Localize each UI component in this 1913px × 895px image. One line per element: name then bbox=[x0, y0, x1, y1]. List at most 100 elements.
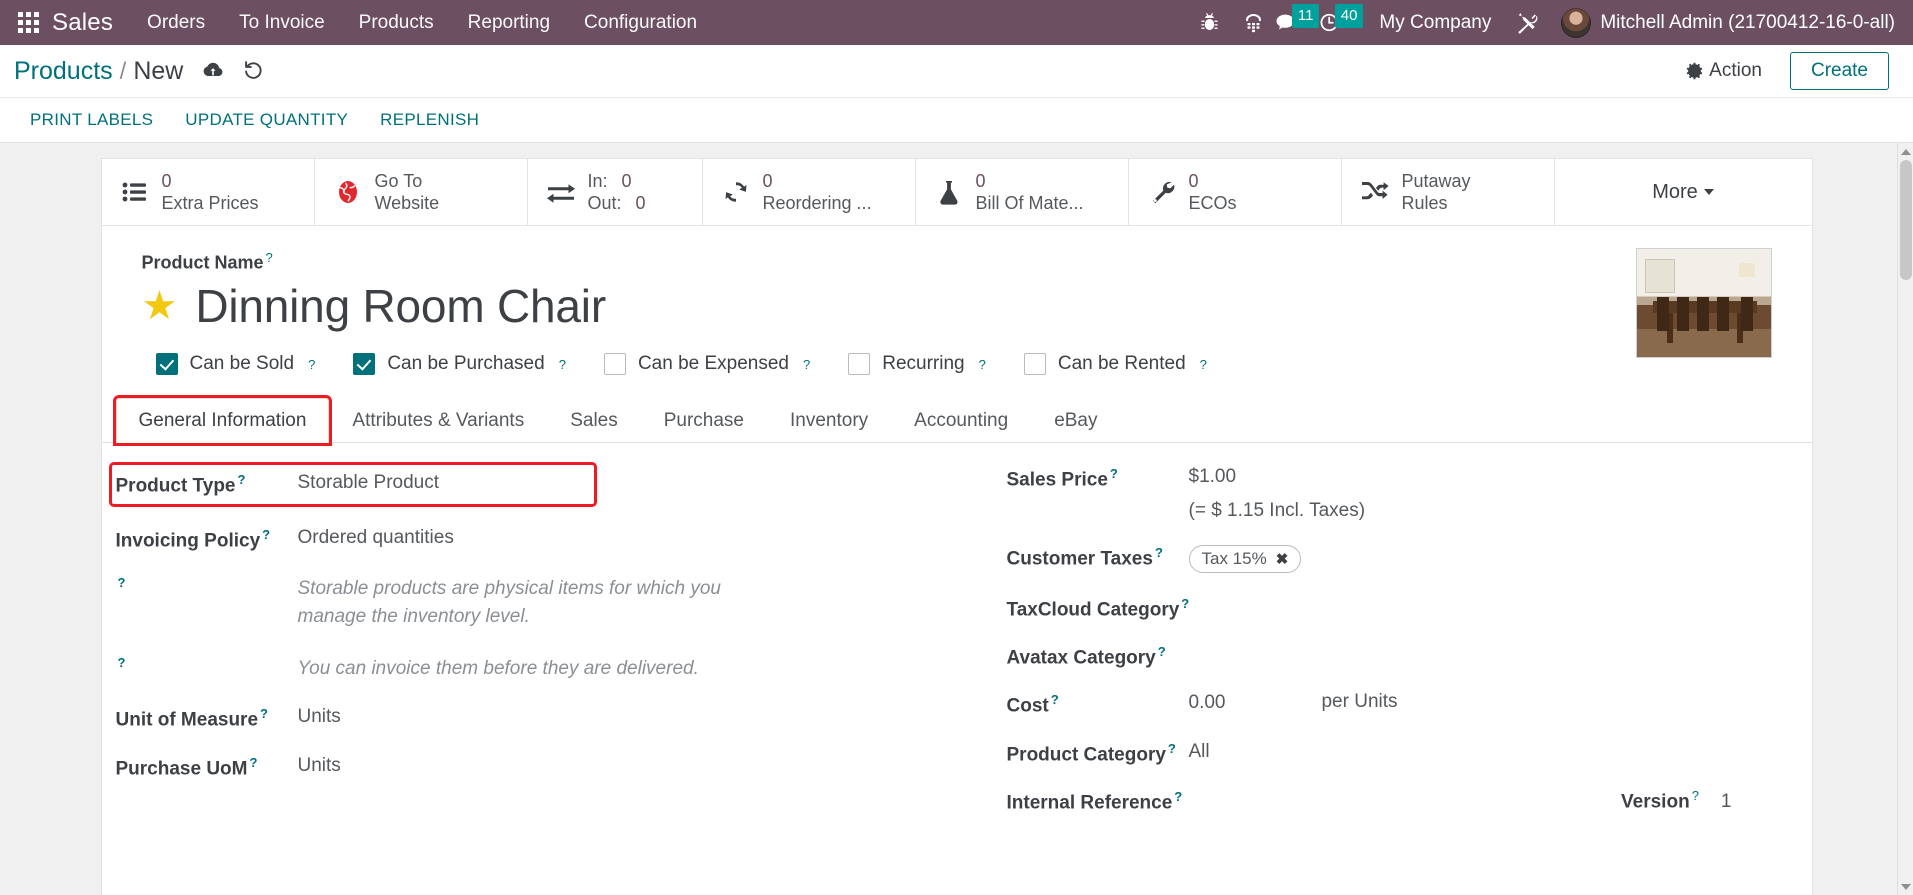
help-icon-can-be-rented[interactable]: ? bbox=[1200, 357, 1207, 372]
remove-tag-icon[interactable]: ✖ bbox=[1276, 550, 1289, 568]
stat-button-go-to-website[interactable]: Go To Website bbox=[315, 159, 528, 225]
field-cost[interactable]: Cost? 0.00 per Units bbox=[1007, 691, 1772, 717]
help-icon-type-hint[interactable]: ? bbox=[118, 575, 126, 590]
scrollbar-thumb[interactable] bbox=[1900, 160, 1912, 280]
help-icon-purchase-uom[interactable]: ? bbox=[249, 755, 257, 770]
unit-of-measure-value[interactable]: Units bbox=[298, 705, 341, 728]
scroll-down-arrow[interactable] bbox=[1898, 878, 1913, 895]
product-name-value[interactable]: Dinning Room Chair bbox=[195, 279, 606, 333]
stat-button-reordering-rules[interactable]: 0 Reordering ... bbox=[703, 159, 916, 225]
help-icon-can-be-expensed[interactable]: ? bbox=[803, 357, 810, 372]
stat-button-bill-of-materials[interactable]: 0 Bill Of Mate... bbox=[916, 159, 1129, 225]
checkbox-can-be-expensed[interactable] bbox=[603, 353, 626, 376]
bug-icon[interactable] bbox=[1187, 0, 1231, 45]
stat-text-inout: In: 0 Out: 0 bbox=[588, 170, 646, 215]
menu-products[interactable]: Products bbox=[359, 12, 434, 34]
field-product-category[interactable]: Product Category? All bbox=[1007, 740, 1772, 766]
control-panel-buttons-row: PRINT LABELS UPDATE QUANTITY REPLENISH bbox=[0, 97, 1913, 142]
sales-price-value[interactable]: $1.00 bbox=[1189, 465, 1237, 488]
navbar-right-group: 11 40 My Company Mitchell Admin (2170041… bbox=[1187, 0, 1899, 45]
help-icon-internal-reference[interactable]: ? bbox=[1174, 789, 1182, 804]
phone-keypad-icon[interactable] bbox=[1231, 0, 1275, 45]
help-icon-product-name[interactable]: ? bbox=[266, 250, 273, 265]
field-product-type[interactable]: Product Type? Storable Product bbox=[108, 462, 597, 507]
menu-reporting[interactable]: Reporting bbox=[468, 12, 550, 34]
menu-configuration[interactable]: Configuration bbox=[584, 12, 697, 34]
print-labels-button[interactable]: PRINT LABELS bbox=[14, 110, 169, 130]
help-icon-product-type[interactable]: ? bbox=[238, 472, 246, 487]
flag-can-be-purchased[interactable]: Can be Purchased? bbox=[353, 353, 566, 376]
messages-button[interactable]: 11 bbox=[1275, 0, 1320, 45]
tab-general-information[interactable]: General Information bbox=[112, 395, 333, 447]
field-invoicing-policy[interactable]: Invoicing Policy? Ordered quantities bbox=[116, 526, 917, 552]
help-icon-sales-price[interactable]: ? bbox=[1110, 466, 1118, 481]
field-taxcloud-category[interactable]: TaxCloud Category? bbox=[1007, 595, 1772, 621]
flag-recurring[interactable]: Recurring? bbox=[848, 353, 986, 376]
replenish-button[interactable]: REPLENISH bbox=[364, 110, 495, 130]
update-quantity-button[interactable]: UPDATE QUANTITY bbox=[169, 110, 364, 130]
purchase-uom-value[interactable]: Units bbox=[298, 754, 341, 777]
invoicing-policy-value[interactable]: Ordered quantities bbox=[298, 526, 454, 549]
breadcrumb-current: New bbox=[133, 56, 184, 85]
star-icon[interactable]: ★ bbox=[142, 286, 178, 326]
stat-button-more[interactable]: More bbox=[1555, 159, 1812, 225]
stat-button-extra-prices[interactable]: 0 Extra Prices bbox=[102, 159, 315, 225]
field-customer-taxes[interactable]: Customer Taxes? Tax 15% ✖ bbox=[1007, 544, 1772, 573]
field-unit-of-measure[interactable]: Unit of Measure? Units bbox=[116, 705, 917, 731]
help-icon-unit-of-measure[interactable]: ? bbox=[260, 706, 268, 721]
help-icon-product-category[interactable]: ? bbox=[1168, 741, 1176, 756]
field-avatax-category[interactable]: Avatax Category? bbox=[1007, 643, 1772, 669]
help-icon-invoicing-policy[interactable]: ? bbox=[262, 527, 270, 542]
tag-tax-15[interactable]: Tax 15% ✖ bbox=[1188, 544, 1302, 573]
avatar bbox=[1561, 7, 1592, 38]
stat-button-ecos[interactable]: 0 ECOs bbox=[1129, 159, 1342, 225]
help-icon-version[interactable]: ? bbox=[1692, 788, 1699, 803]
menu-to-invoice[interactable]: To Invoice bbox=[239, 12, 325, 34]
help-icon-recurring[interactable]: ? bbox=[979, 357, 986, 372]
menu-orders[interactable]: Orders bbox=[147, 12, 205, 34]
stat-button-in-out[interactable]: In: 0 Out: 0 bbox=[528, 159, 703, 225]
scroll-up-arrow[interactable] bbox=[1898, 143, 1913, 160]
flag-can-be-expensed[interactable]: Can be Expensed? bbox=[603, 353, 810, 376]
product-category-value[interactable]: All bbox=[1189, 740, 1210, 763]
company-switcher[interactable]: My Company bbox=[1379, 12, 1491, 34]
help-icon-cost[interactable]: ? bbox=[1051, 692, 1059, 707]
help-icon-taxcloud-category[interactable]: ? bbox=[1181, 596, 1189, 611]
help-icon-can-be-purchased[interactable]: ? bbox=[559, 357, 566, 372]
tools-icon[interactable] bbox=[1505, 0, 1549, 45]
cloud-upload-icon[interactable] bbox=[202, 61, 224, 79]
tab-attributes-variants[interactable]: Attributes & Variants bbox=[329, 398, 547, 443]
tab-accounting[interactable]: Accounting bbox=[891, 398, 1031, 443]
breadcrumb-products[interactable]: Products bbox=[14, 57, 113, 86]
stat-button-putaway-rules[interactable]: Putaway Rules bbox=[1342, 159, 1555, 225]
tab-inventory[interactable]: Inventory bbox=[767, 398, 891, 443]
checkbox-can-be-sold[interactable] bbox=[155, 353, 178, 376]
tab-ebay[interactable]: eBay bbox=[1031, 398, 1120, 443]
field-purchase-uom[interactable]: Purchase UoM? Units bbox=[116, 754, 917, 780]
checkbox-recurring[interactable] bbox=[848, 353, 871, 376]
checkbox-can-be-rented[interactable] bbox=[1023, 353, 1046, 376]
app-brand-sales[interactable]: Sales bbox=[52, 9, 113, 37]
undo-icon[interactable] bbox=[243, 60, 264, 79]
field-internal-reference[interactable]: Internal Reference? Version? 1 bbox=[1007, 788, 1772, 814]
help-icon-policy-hint[interactable]: ? bbox=[118, 655, 126, 670]
help-icon-customer-taxes[interactable]: ? bbox=[1155, 545, 1163, 560]
apps-grid-icon[interactable] bbox=[18, 11, 40, 34]
user-menu[interactable]: Mitchell Admin (21700412-16-0-all) bbox=[1561, 7, 1899, 38]
checkbox-can-be-purchased[interactable] bbox=[353, 353, 376, 376]
help-icon-can-be-sold[interactable]: ? bbox=[308, 357, 315, 372]
tab-purchase[interactable]: Purchase bbox=[641, 398, 767, 443]
help-icon-avatax-category[interactable]: ? bbox=[1158, 644, 1166, 659]
flag-can-be-sold[interactable]: Can be Sold? bbox=[155, 353, 315, 376]
vertical-scrollbar[interactable] bbox=[1897, 143, 1913, 895]
action-menu-button[interactable]: Action bbox=[1686, 60, 1762, 82]
create-button[interactable]: Create bbox=[1789, 52, 1889, 90]
cost-value[interactable]: 0.00 bbox=[1189, 691, 1226, 714]
field-sales-price[interactable]: Sales Price? $1.00 bbox=[1007, 465, 1772, 491]
product-image[interactable] bbox=[1635, 248, 1772, 358]
product-type-value[interactable]: Storable Product bbox=[298, 471, 440, 494]
activities-button[interactable]: 40 bbox=[1319, 0, 1364, 45]
invoicing-policy-hint-text: You can invoice them before they are del… bbox=[297, 657, 699, 679]
tab-sales[interactable]: Sales bbox=[547, 398, 641, 443]
flag-can-be-rented[interactable]: Can be Rented? bbox=[1023, 353, 1207, 376]
